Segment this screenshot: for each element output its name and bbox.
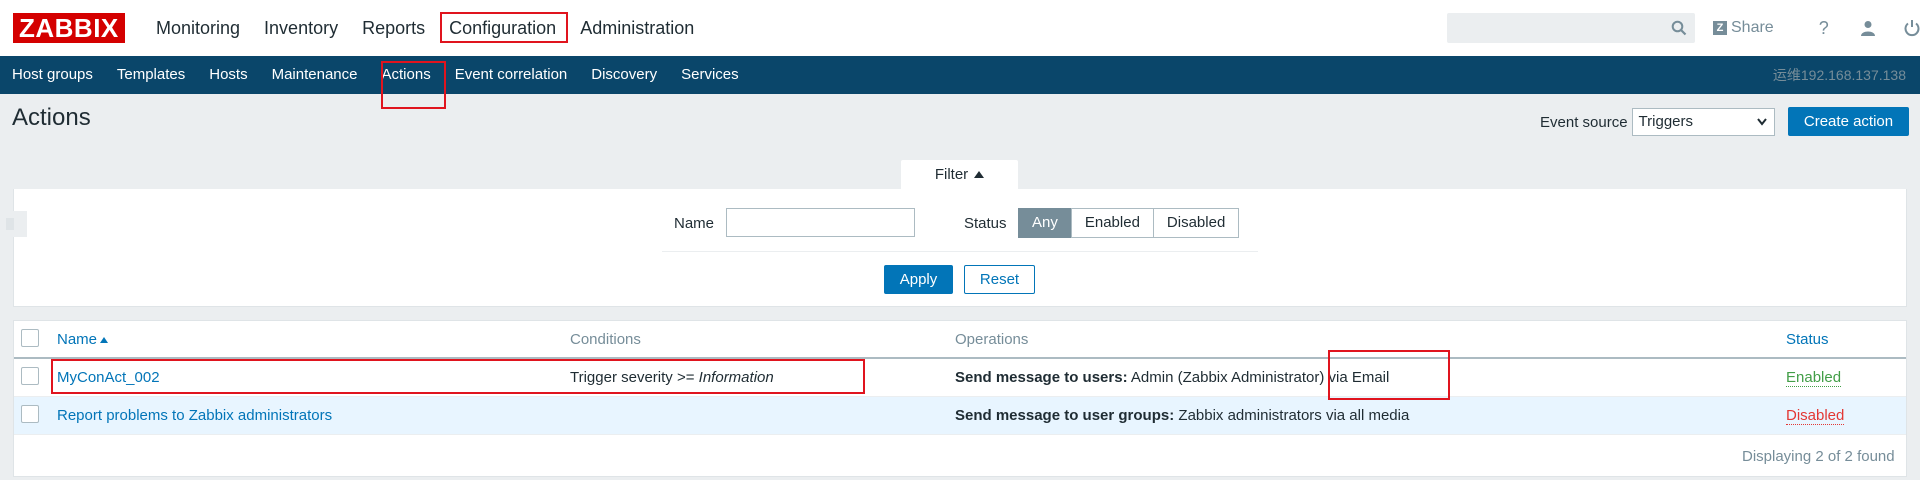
status-disabled-option[interactable]: Disabled <box>1152 208 1240 238</box>
global-search <box>1447 13 1695 43</box>
header-tools: Z Share ? <box>1713 0 1920 56</box>
action-conditions: Trigger severity >= Information <box>570 369 774 386</box>
status-enabled-link[interactable]: Enabled <box>1786 369 1842 387</box>
sub-menu-bar: Host groups Templates Hosts Maintenance … <box>0 56 1920 94</box>
action-operations: Send message to user groups: Zabbix admi… <box>955 407 1409 424</box>
help-icon[interactable]: ? <box>1814 18 1834 38</box>
filter-panel <box>13 189 1907 307</box>
status-toggle[interactable]: Disabled <box>1786 407 1845 425</box>
submenu-templates[interactable]: Templates <box>105 56 197 94</box>
submenu-maintenance[interactable]: Maintenance <box>260 56 370 94</box>
sort-asc-icon <box>100 337 109 343</box>
select-all-checkbox[interactable] <box>21 329 39 347</box>
column-header-name[interactable]: Name <box>57 331 109 348</box>
user-icon[interactable] <box>1858 18 1878 38</box>
row-checkbox[interactable] <box>21 405 39 423</box>
status-any-option[interactable]: Any <box>1018 208 1072 238</box>
filter-tab[interactable]: Filter <box>901 160 1018 190</box>
page-title: Actions <box>12 104 91 131</box>
condition-value: Information <box>698 369 774 386</box>
menu-inventory[interactable]: Inventory <box>252 0 350 56</box>
table-footer-count: Displaying 2 of 2 found <box>1742 448 1895 465</box>
create-action-button[interactable]: Create action <box>1788 107 1909 136</box>
collapse-arrow-icon <box>974 171 985 178</box>
share-label: Share <box>1731 19 1774 36</box>
event-source-select[interactable]: Triggers <box>1631 108 1775 136</box>
submenu-hosts[interactable]: Hosts <box>197 56 259 94</box>
action-name-link[interactable]: MyConAct_002 <box>57 369 160 386</box>
event-source-value: Triggers <box>1638 113 1694 130</box>
event-source: Event source Triggers <box>1540 108 1775 136</box>
main-menu: Monitoring Inventory Reports Configurati… <box>144 0 706 56</box>
column-name-label: Name <box>57 331 98 348</box>
server-name: 运维192.168.137.138 <box>1772 67 1906 83</box>
filter-name-input[interactable] <box>726 208 915 237</box>
filter-name-label: Name <box>674 215 715 232</box>
status-disabled-link[interactable]: Disabled <box>1786 407 1845 425</box>
submenu-discovery[interactable]: Discovery <box>579 56 669 94</box>
power-icon[interactable] <box>1902 18 1920 38</box>
sub-menu: Host groups Templates Hosts Maintenance … <box>0 56 751 94</box>
apply-button[interactable]: Apply <box>884 265 953 294</box>
column-header-operations: Operations <box>955 331 1029 348</box>
zabbix-share-icon: Z <box>1713 21 1727 35</box>
submenu-event-correlation[interactable]: Event correlation <box>443 56 580 94</box>
submenu-host-groups[interactable]: Host groups <box>0 56 105 94</box>
search-input[interactable] <box>1447 13 1657 43</box>
event-source-label: Event source <box>1540 113 1628 131</box>
action-operations: Send message to users: Admin (Zabbix Adm… <box>955 369 1389 386</box>
reset-button[interactable]: Reset <box>964 265 1035 294</box>
row-divider <box>14 434 1906 435</box>
filter-status-label: Status <box>964 215 1007 232</box>
zabbix-logo[interactable]: ZABBIX <box>13 13 125 43</box>
top-bar: ZABBIX Monitoring Inventory Reports Conf… <box>0 0 1920 56</box>
menu-configuration[interactable]: Configuration <box>437 0 568 56</box>
filter-status-radio: Any Enabled Disabled <box>1018 208 1240 238</box>
menu-monitoring[interactable]: Monitoring <box>144 0 252 56</box>
menu-reports[interactable]: Reports <box>350 0 437 56</box>
operation-label: Send message to user groups: <box>955 407 1175 424</box>
handle-icon <box>6 218 14 230</box>
row-checkbox[interactable] <box>21 367 39 385</box>
condition-text: Trigger severity >= <box>570 369 699 386</box>
operation-text: Admin (Zabbix Administrator) via Email <box>1127 369 1390 386</box>
operation-label: Send message to users: <box>955 369 1128 386</box>
filter-tab-label: Filter <box>934 166 969 183</box>
column-header-status[interactable]: Status <box>1786 331 1829 348</box>
chevron-down-icon <box>1756 109 1768 144</box>
menu-administration[interactable]: Administration <box>568 0 706 56</box>
search-icon[interactable] <box>1671 20 1687 39</box>
status-toggle[interactable]: Enabled <box>1786 369 1842 387</box>
header-divider <box>14 357 1906 359</box>
column-header-conditions: Conditions <box>570 331 641 348</box>
share-button[interactable]: Z Share <box>1713 19 1774 37</box>
sidebar-handle[interactable] <box>0 211 27 237</box>
status-enabled-option[interactable]: Enabled <box>1070 208 1154 238</box>
filter-divider <box>662 251 1258 252</box>
operation-text: Zabbix administrators via all media <box>1174 407 1410 424</box>
submenu-services[interactable]: Services <box>669 56 751 94</box>
submenu-actions[interactable]: Actions <box>370 56 443 94</box>
action-name-link[interactable]: Report problems to Zabbix administrators <box>57 407 332 424</box>
